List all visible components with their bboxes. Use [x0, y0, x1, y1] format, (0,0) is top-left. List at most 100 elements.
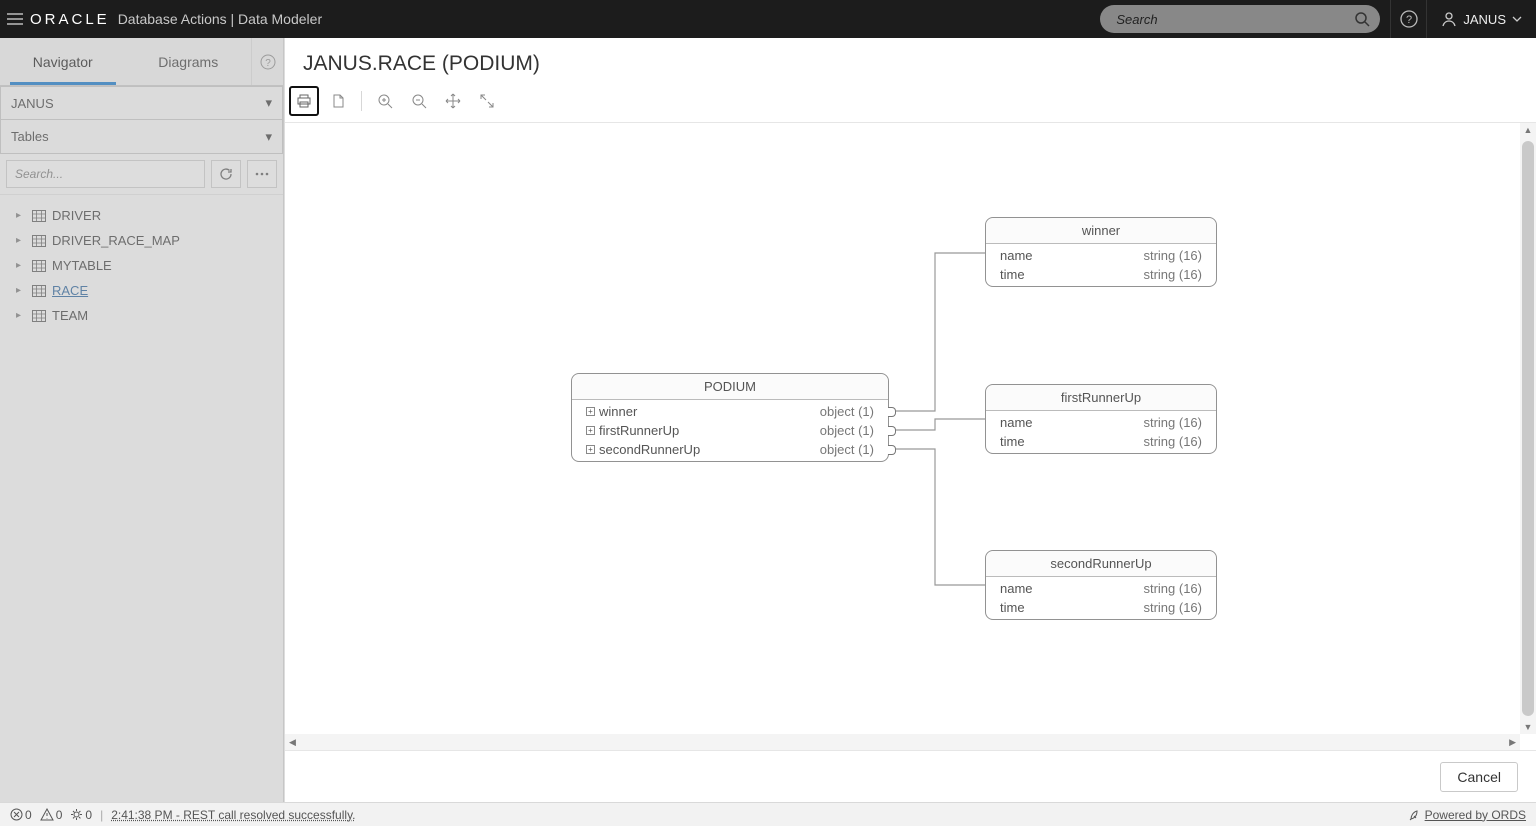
caret-icon: ▸ — [16, 310, 26, 321]
dropdown-icon: ▾ — [265, 95, 272, 111]
top-bar: ORACLE Database Actions | Data Modeler ?… — [0, 0, 1536, 38]
user-menu[interactable]: JANUS — [1426, 0, 1536, 38]
entity-title: firstRunnerUp — [986, 385, 1216, 411]
warnings-count[interactable]: 0 — [40, 808, 63, 822]
field-type: object (1) — [820, 423, 874, 438]
tree-item-team[interactable]: ▸ TEAM — [16, 303, 279, 328]
svg-text:?: ? — [265, 58, 271, 69]
field-row: timestring (16) — [986, 598, 1216, 617]
help-icon: ? — [260, 54, 276, 70]
caret-icon: ▸ — [16, 260, 26, 271]
table-icon — [32, 310, 46, 322]
caret-icon: ▸ — [16, 235, 26, 246]
object-type-label: Tables — [11, 129, 49, 144]
field-name: time — [1000, 434, 1025, 449]
app-title: Database Actions | Data Modeler — [118, 11, 322, 27]
scroll-up-icon[interactable]: ▲ — [1520, 123, 1536, 137]
tree-item-label: DRIVER_RACE_MAP — [52, 233, 180, 248]
tab-navigator[interactable]: Navigator — [0, 38, 126, 85]
hamburger-menu[interactable] — [0, 13, 30, 25]
modal-footer: Cancel — [285, 750, 1536, 802]
canvas-wrap: PODIUM +winnerobject (1) +firstRunnerUpo… — [285, 123, 1536, 750]
search-input[interactable] — [1116, 12, 1346, 27]
tree-item-mytable[interactable]: ▸ MYTABLE — [16, 253, 279, 278]
entity-title: winner — [986, 218, 1216, 244]
gear-icon — [70, 808, 83, 821]
status-bar: 0 0 0 | 2:41:38 PM - REST call resolved … — [0, 802, 1536, 826]
object-tree: ▸ DRIVER▸ DRIVER_RACE_MAP▸ MYTABLE▸ RACE… — [0, 195, 283, 802]
expand-icon — [479, 93, 495, 109]
powered-by-link[interactable]: Powered by ORDS — [1409, 808, 1526, 822]
status-message[interactable]: 2:41:38 PM - REST call resolved successf… — [111, 808, 355, 822]
errors-count[interactable]: 0 — [10, 808, 32, 822]
modal-toolbar — [285, 84, 1536, 123]
help-icon: ? — [1400, 10, 1418, 28]
entity-podium[interactable]: PODIUM +winnerobject (1) +firstRunnerUpo… — [571, 373, 889, 462]
field-type: string (16) — [1143, 415, 1202, 430]
user-name: JANUS — [1463, 12, 1506, 27]
field-type: string (16) — [1143, 581, 1202, 596]
field-row: namestring (16) — [986, 413, 1216, 432]
zoom-in-button[interactable] — [370, 86, 400, 116]
field-type: string (16) — [1143, 267, 1202, 282]
entity-winner[interactable]: winner namestring (16) timestring (16) — [985, 217, 1217, 287]
tree-item-driver_race_map[interactable]: ▸ DRIVER_RACE_MAP — [16, 228, 279, 253]
chevron-down-icon — [1512, 16, 1522, 22]
table-icon — [32, 210, 46, 222]
field-name: name — [1000, 581, 1033, 596]
file-icon — [330, 93, 346, 109]
field-type: object (1) — [820, 442, 874, 457]
scroll-right-icon[interactable]: ▶ — [1509, 737, 1516, 748]
expand-icon[interactable]: + — [586, 445, 595, 454]
global-search[interactable] — [1100, 5, 1380, 33]
tab-diagrams-label: Diagrams — [158, 54, 218, 70]
help-button[interactable]: ? — [1390, 0, 1426, 38]
search-icon — [1354, 11, 1370, 27]
field-name: secondRunnerUp — [599, 442, 700, 457]
expand-icon[interactable]: + — [586, 407, 595, 416]
brand-logo: ORACLE — [30, 11, 110, 28]
field-name: winner — [599, 404, 637, 419]
table-icon — [32, 285, 46, 297]
field-name: name — [1000, 248, 1033, 263]
tree-item-race[interactable]: ▸ RACE — [16, 278, 279, 303]
cancel-button[interactable]: Cancel — [1440, 762, 1518, 792]
field-name: firstRunnerUp — [599, 423, 679, 438]
scroll-down-icon[interactable]: ▼ — [1520, 720, 1536, 734]
entity-second-runner-up[interactable]: secondRunnerUp namestring (16) timestrin… — [985, 550, 1217, 620]
tab-help[interactable]: ? — [251, 38, 283, 85]
processes-count[interactable]: 0 — [70, 808, 92, 822]
more-options-button[interactable] — [247, 160, 277, 188]
save-svg-button[interactable] — [323, 86, 353, 116]
expand-icon[interactable]: + — [586, 426, 595, 435]
object-type-select[interactable]: Tables ▾ — [0, 120, 283, 154]
field-row: namestring (16) — [986, 246, 1216, 265]
refresh-button[interactable] — [211, 160, 241, 188]
diagram-canvas[interactable]: PODIUM +winnerobject (1) +firstRunnerUpo… — [285, 123, 1520, 734]
fit-screen-button[interactable] — [438, 86, 468, 116]
scroll-left-icon[interactable]: ◀ — [289, 737, 296, 748]
field-row: + secondRunnerUp object (1) — [572, 440, 888, 459]
tree-item-label: RACE — [52, 283, 88, 298]
tree-search-input[interactable] — [6, 160, 205, 188]
move-icon — [445, 93, 461, 109]
tree-item-label: DRIVER — [52, 208, 101, 223]
modal-title: JANUS.RACE (PODIUM) — [285, 38, 1536, 84]
field-row: name string (16) — [986, 579, 1216, 598]
tab-diagrams[interactable]: Diagrams — [126, 38, 252, 85]
entity-first-runner-up[interactable]: firstRunnerUp namestring (16) timestring… — [985, 384, 1217, 454]
table-icon — [32, 235, 46, 247]
zoom-out-button[interactable] — [404, 86, 434, 116]
print-icon — [296, 93, 312, 109]
tree-item-label: TEAM — [52, 308, 88, 323]
more-icon — [255, 172, 269, 176]
field-row: timestring (16) — [986, 265, 1216, 284]
tree-item-driver[interactable]: ▸ DRIVER — [16, 203, 279, 228]
field-row: timestring (16) — [986, 432, 1216, 451]
vertical-scrollbar[interactable]: ▲ ▼ — [1520, 123, 1536, 734]
print-button[interactable] — [289, 86, 319, 116]
actual-size-button[interactable] — [472, 86, 502, 116]
refresh-icon — [219, 167, 233, 181]
schema-select[interactable]: JANUS ▾ — [0, 86, 283, 120]
horizontal-scrollbar[interactable]: ◀ ▶ — [285, 734, 1520, 750]
